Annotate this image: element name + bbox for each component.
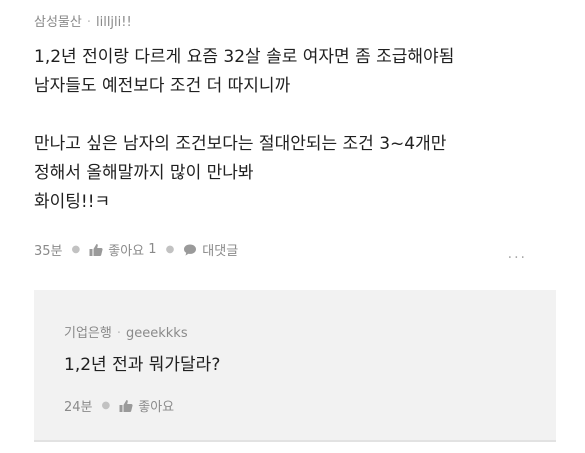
reply-time: 24분	[64, 400, 93, 415]
thumbs-up-icon	[119, 399, 133, 412]
comment-author-line: 삼성물산 · lilljli!!	[34, 11, 132, 30]
separator-dot: ●	[165, 244, 175, 255]
reply-like-label: 좋아요	[138, 400, 175, 415]
reply-like-button[interactable]: 좋아요	[119, 396, 174, 415]
reply-label: 대댓글	[202, 244, 239, 259]
thumbs-up-icon	[89, 243, 103, 256]
reply-meta: 24분 ● 좋아요	[64, 396, 174, 415]
ellipsis-icon[interactable]: ···	[508, 250, 527, 266]
comment-line: 남자들도 예전보다 조건 더 따지니까	[34, 76, 291, 96]
divider	[34, 440, 556, 442]
comment-time: 35분	[34, 244, 63, 259]
like-count: 1	[148, 242, 157, 257]
like-button[interactable]: 좋아요 1	[89, 240, 157, 259]
comment-line: 만나고 싶은 남자의 조건보다는 절대안되는 조건 3~4개만	[34, 134, 447, 154]
comment-body: 1,2년 전이랑 다르게 요즘 32살 솔로 여자면 좀 조급해야됨 남자들도 …	[34, 43, 564, 217]
reply-button[interactable]: 대댓글	[183, 240, 238, 259]
comment-meta: 35분 ● 좋아요 1 ● 대댓글	[34, 240, 238, 259]
reply-card: 기업은행 · geeekkks 1,2년 전과 뭐가달라? 24분 ● 좋아요	[34, 290, 556, 442]
speech-bubble-icon	[184, 244, 197, 256]
comment-line-blank	[34, 101, 564, 130]
comment-line: 화이팅!!ㅋ	[34, 192, 111, 212]
author-company: 삼성물산	[34, 15, 82, 30]
separator-dot: ·	[116, 326, 121, 341]
reply-body: 1,2년 전과 뭐가달라?	[64, 355, 221, 375]
author-username[interactable]: lilljli!!	[96, 15, 132, 30]
separator-dot: ●	[101, 400, 111, 411]
reply-author-username[interactable]: geeekkks	[126, 326, 188, 341]
comment-line: 1,2년 전이랑 다르게 요즘 32살 솔로 여자면 좀 조급해야됨	[34, 47, 455, 67]
separator-dot: ●	[71, 244, 81, 255]
reply-author-line: 기업은행 · geeekkks	[64, 322, 188, 341]
separator-dot: ·	[86, 15, 91, 30]
reply-author-company: 기업은행	[64, 326, 112, 341]
comment-card: 삼성물산 · lilljli!! 1,2년 전이랑 다르게 요즘 32살 솔로 여자…	[0, 0, 585, 280]
comment-line: 정해서 올해말까지 많이 만나봐	[34, 163, 254, 183]
like-label: 좋아요	[108, 244, 145, 259]
